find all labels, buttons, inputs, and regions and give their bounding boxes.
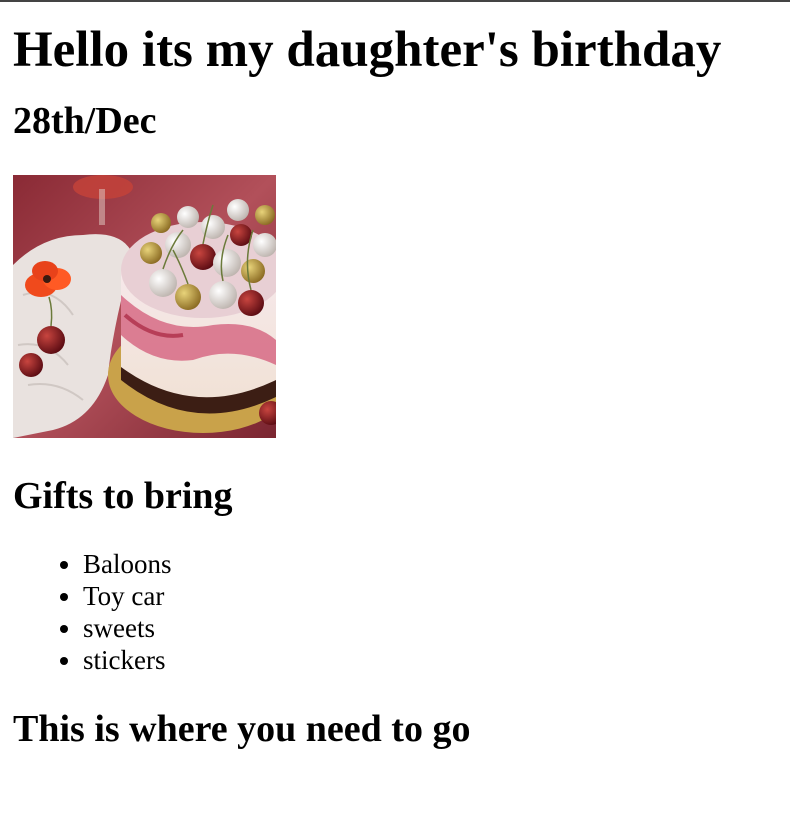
list-item: sweets (83, 612, 790, 644)
directions-heading: This is where you need to go (13, 708, 471, 750)
gift-list: Baloons Toy car sweets stickers (13, 548, 790, 676)
birthday-cake-photo (13, 175, 276, 438)
list-item: stickers (83, 644, 790, 676)
list-item: Baloons (83, 548, 790, 580)
gifts-heading: Gifts to bring (13, 475, 233, 517)
list-item: Toy car (83, 580, 790, 612)
page: Hello its my daughter's birthday 28th/De… (0, 0, 790, 822)
page-title: Hello its my daughter's birthday (13, 22, 722, 78)
party-date: 28th/Dec (13, 100, 157, 142)
